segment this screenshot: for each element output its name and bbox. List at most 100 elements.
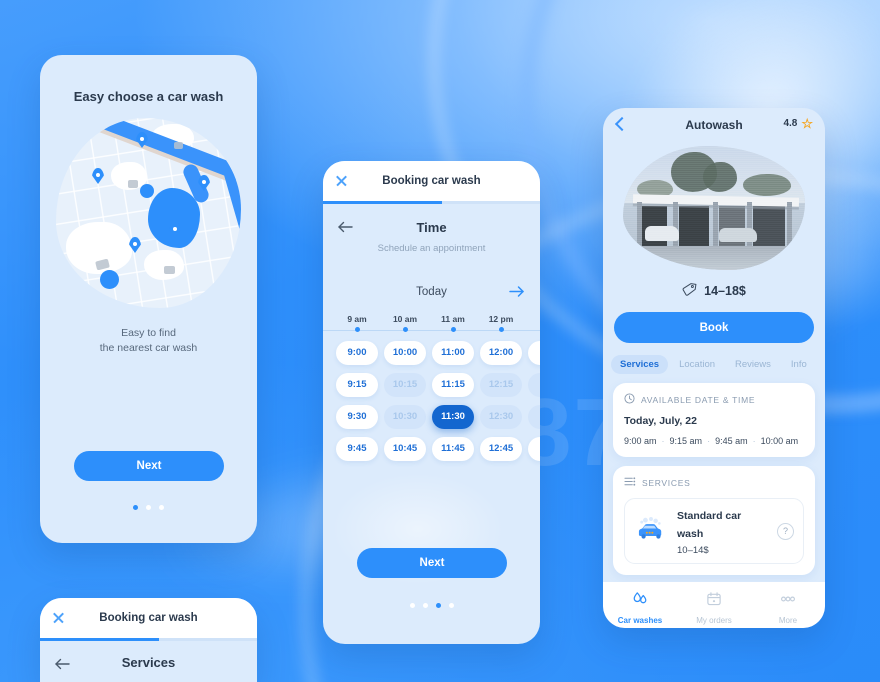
nav-item-label: More [778, 615, 798, 625]
booking-services-header: Booking car wash [40, 598, 257, 638]
time-slot: 10:30 [384, 404, 426, 429]
star-icon: ☆ [801, 116, 813, 131]
booking-time-next-button[interactable]: Next [357, 548, 507, 578]
photo-grain [623, 146, 805, 270]
available-time[interactable]: 10:00 am [761, 436, 799, 446]
hour-tick [450, 327, 456, 332]
help-icon[interactable]: ? [777, 522, 794, 540]
close-icon[interactable] [335, 174, 348, 187]
tab-reviews[interactable]: Reviews [726, 355, 780, 374]
time-slot-column: 1 1 1 1 [525, 340, 540, 461]
booking-time-step-header: Time Schedule an appointment [323, 204, 540, 254]
available-time[interactable]: 9:15 am [670, 436, 703, 446]
available-panel-times[interactable]: 9:00 am · 9:15 am · 9:45 am · 10:00 am [624, 436, 804, 446]
available-time[interactable]: 9:45 am [715, 436, 748, 446]
booking-time-step-subtitle: Schedule an appointment [377, 242, 486, 254]
time-slot: 12:30 [480, 404, 522, 429]
chevron-left-icon[interactable] [615, 117, 623, 131]
sheet-decoration [323, 454, 533, 604]
rating-value: 4.8 [783, 118, 798, 129]
autowash-tabs[interactable]: Services Location Reviews Info [603, 355, 825, 374]
hour-tick [498, 327, 504, 332]
map-marker-dot [100, 270, 119, 289]
map-building [128, 180, 138, 188]
map-park [144, 250, 184, 280]
available-datetime-panel: AVAILABLE DATE & TIME Today, July, 22 9:… [613, 383, 815, 457]
pagination-dot[interactable] [422, 603, 428, 608]
booking-time-header: Booking car wash [323, 161, 540, 201]
tab-location[interactable]: Location [670, 355, 724, 374]
time-slot[interactable]: 9:15 [336, 372, 378, 397]
onboarding-pagination-dots[interactable] [40, 505, 257, 510]
arrow-left-icon[interactable] [54, 658, 70, 670]
time-slot-column: 11:00 11:15 11:30 11:45 [429, 340, 477, 461]
onboarding-next-button[interactable]: Next [74, 451, 224, 481]
time-slot[interactable]: 12:45 [480, 436, 522, 461]
services-panel: SERVICES Standard car wash 10–14$ ? [613, 466, 815, 575]
services-panel-header: SERVICES [624, 476, 804, 489]
pagination-dot[interactable] [409, 603, 415, 608]
hours-scale-line [323, 327, 540, 332]
clock-icon [624, 393, 635, 406]
time-slot[interactable]: 9:45 [336, 436, 378, 461]
more-dots-icon [779, 590, 797, 613]
nav-item-label: My orders [696, 615, 732, 625]
time-slot[interactable]: 11:45 [432, 436, 474, 461]
time-slot-column: 9:00 9:15 9:30 9:45 [333, 340, 381, 461]
pagination-dot[interactable] [146, 505, 151, 510]
arrow-left-icon[interactable] [337, 221, 353, 233]
nav-item-car-washes[interactable]: Car washes [603, 590, 677, 625]
available-time[interactable]: 9:00 am [624, 436, 657, 446]
nav-item-my-orders[interactable]: My orders [677, 590, 751, 625]
pagination-dot[interactable] [159, 505, 164, 510]
book-button[interactable]: Book [614, 312, 814, 343]
booking-time-pagination-dots[interactable] [323, 603, 540, 608]
service-item[interactable]: Standard car wash 10–14$ ? [624, 498, 804, 564]
close-icon[interactable] [52, 611, 65, 624]
autowash-detail-card: Autowash 4.8 ☆ 14–18$ Book Services Loca… [603, 108, 825, 628]
time-slot: 10:15 [384, 372, 426, 397]
pagination-dot[interactable] [448, 603, 454, 608]
hour-label: 11 am [441, 313, 465, 324]
pagination-dot[interactable] [133, 505, 138, 510]
time-slot[interactable]: 11:30 [432, 404, 474, 429]
time-separator: · [661, 436, 665, 446]
hours-scale-labels: 9 am 10 am 11 am 12 pm 1 [323, 314, 540, 324]
services-panel-heading: SERVICES [642, 477, 691, 488]
hour-tick [354, 327, 360, 332]
filter-icon [624, 476, 636, 489]
onboarding-title: Easy choose a car wash [73, 89, 224, 104]
onboarding-subtitle-line2: the nearest car wash [99, 342, 198, 355]
time-slot[interactable]: 9:00 [336, 340, 378, 365]
time-slot[interactable]: 11:00 [432, 340, 474, 365]
onboarding-subtitle: Easy to find the nearest car wash [40, 326, 257, 356]
tab-services[interactable]: Services [611, 355, 669, 374]
price-tag-icon [682, 282, 697, 300]
screenshot-stage: 87 Easy choose a car wash Easy to find t… [0, 0, 880, 682]
time-slot[interactable]: 1 [528, 340, 540, 365]
pagination-dot[interactable] [435, 603, 441, 608]
map-building [174, 142, 183, 149]
autowash-title: Autowash [685, 118, 743, 132]
time-slot[interactable]: 1 [528, 436, 540, 461]
time-slot[interactable]: 10:00 [384, 340, 426, 365]
tab-info[interactable]: Info [782, 355, 816, 374]
onboarding-card: Easy choose a car wash Easy to find the … [40, 55, 257, 543]
time-separator: · [752, 436, 756, 446]
map-blob [56, 118, 241, 308]
nav-item-label: Car washes [617, 615, 663, 625]
time-slot[interactable]: 10:45 [384, 436, 426, 461]
time-slot-column: 10:00 10:15 10:30 10:45 [381, 340, 429, 461]
available-panel-heading: AVAILABLE DATE & TIME [641, 394, 756, 405]
time-slot[interactable]: 9:30 [336, 404, 378, 429]
time-slot[interactable]: 12:00 [480, 340, 522, 365]
time-slot-column: 12:00 12:15 12:30 12:45 [477, 340, 525, 461]
arrow-right-icon[interactable] [508, 285, 526, 298]
map-lake [148, 188, 200, 248]
time-slot[interactable]: 11:15 [432, 372, 474, 397]
onboarding-subtitle-line1: Easy to find [121, 327, 176, 339]
bottom-navigation[interactable]: Car washes My orders More [603, 582, 825, 628]
time-slots-grid[interactable]: 9:00 9:15 9:30 9:45 10:00 10:15 10:30 10:45 11:0… [323, 340, 540, 461]
nav-item-more[interactable]: More [751, 590, 825, 625]
booking-services-header-title: Booking car wash [99, 612, 198, 624]
